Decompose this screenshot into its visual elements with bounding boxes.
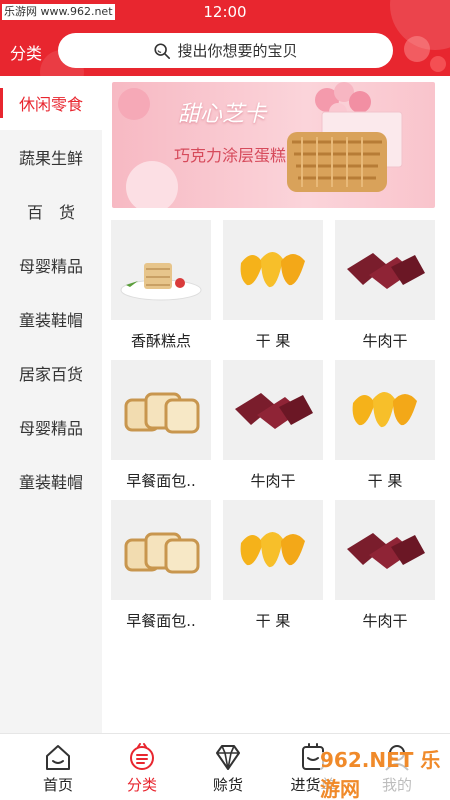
sidebar-item-label: 童装鞋帽 [18, 473, 83, 492]
nav-home[interactable]: 首页 [13, 734, 103, 800]
search-bar[interactable]: 搜出你想要的宝贝 [58, 33, 393, 68]
nav-credit[interactable]: 赊货 [183, 734, 273, 800]
nav-category[interactable]: 分类 [97, 734, 187, 800]
bread-slices-icon [124, 392, 200, 434]
beef-jerky-icon [235, 393, 313, 429]
diamond-icon [216, 745, 240, 770]
sidebar-item-label: 童装鞋帽 [18, 311, 83, 330]
product-label: 干 果 [367, 472, 403, 490]
pastry-plate-icon [120, 263, 202, 301]
search-placeholder: 搜出你想要的宝贝 [177, 42, 298, 60]
watermark-bottom-right: 962.NET 乐游网 [320, 748, 446, 800]
product-tile[interactable] [111, 500, 211, 600]
product-tile[interactable] [223, 220, 323, 320]
banner-script-text: 甜心芝卡 [178, 102, 267, 127]
decor-bubble [430, 56, 446, 72]
product-image [111, 500, 211, 600]
sidebar-item-home[interactable]: 居家百货 [0, 346, 102, 400]
product-tile[interactable] [335, 360, 435, 460]
sidebar-item-fresh[interactable]: 蔬果生鲜 [0, 130, 102, 184]
product-image [111, 220, 211, 320]
product-image [223, 360, 323, 460]
product-label: 干 果 [255, 332, 291, 350]
sidebar-item-label: 母婴精品 [18, 419, 83, 438]
product-tile[interactable] [223, 360, 323, 460]
sidebar-item-kids-wear-2[interactable]: 童装鞋帽 [0, 454, 102, 508]
dried-mango-icon [240, 252, 305, 288]
product-image [335, 500, 435, 600]
sidebar-item-general[interactable]: 百 货 [0, 184, 102, 238]
sidebar-item-label: 百 货 [26, 203, 75, 222]
home-icon [46, 745, 70, 770]
sidebar-item-baby-2[interactable]: 母婴精品 [0, 400, 102, 454]
product-label: 早餐面包.. [126, 472, 196, 490]
product-label: 香酥糕点 [130, 332, 191, 350]
sidebar-item-baby[interactable]: 母婴精品 [0, 238, 102, 292]
sidebar-item-label: 蔬果生鲜 [18, 149, 83, 168]
status-time: 12:00 [203, 3, 247, 21]
category-sidebar: 休闲零食 蔬果生鲜 百 货 母婴精品 童装鞋帽 居家百货 母婴精品 童装鞋帽 [0, 76, 102, 733]
product-tile[interactable] [111, 220, 211, 320]
product-label: 牛肉干 [250, 472, 296, 490]
banner-title: 巧克力涂层蛋糕 [174, 146, 287, 165]
dried-mango-icon [352, 392, 417, 428]
header: 乐游网 www.962.net 12:00 分类 搜出你想要的宝贝 [0, 0, 450, 76]
search-icon [154, 42, 171, 59]
category-title: 分类 [10, 44, 43, 63]
sidebar-item-label: 居家百货 [18, 365, 83, 384]
product-label: 早餐面包.. [126, 612, 196, 630]
product-image [223, 500, 323, 600]
product-image [223, 220, 323, 320]
product-label: 牛肉干 [362, 612, 408, 630]
sidebar-item-snacks[interactable]: 休闲零食 [0, 76, 102, 130]
bread-slices-icon [124, 532, 200, 574]
product-label: 牛肉干 [362, 332, 408, 350]
product-tile[interactable] [335, 220, 435, 320]
status-bar: 乐游网 www.962.net 12:00 [0, 0, 450, 24]
product-tile[interactable] [111, 360, 211, 460]
nav-label: 首页 [42, 776, 73, 794]
promo-banner[interactable]: 甜心芝卡 巧克力涂层蛋糕 [112, 82, 435, 208]
decor-bubble [404, 36, 430, 62]
product-tile[interactable] [335, 500, 435, 600]
sidebar-item-label: 母婴精品 [18, 257, 83, 276]
sidebar-item-kids-wear[interactable]: 童装鞋帽 [0, 292, 102, 346]
sidebar-item-label: 休闲零食 [18, 95, 83, 114]
beef-jerky-icon [347, 533, 425, 569]
nav-label: 赊货 [212, 776, 243, 794]
product-image [335, 220, 435, 320]
category-icon [130, 743, 154, 770]
beef-jerky-icon [347, 253, 425, 289]
product-image [335, 360, 435, 460]
nav-label: 分类 [126, 776, 157, 794]
product-tile[interactable] [223, 500, 323, 600]
product-label: 干 果 [255, 612, 291, 630]
dried-mango-icon [240, 532, 305, 568]
product-image [111, 360, 211, 460]
